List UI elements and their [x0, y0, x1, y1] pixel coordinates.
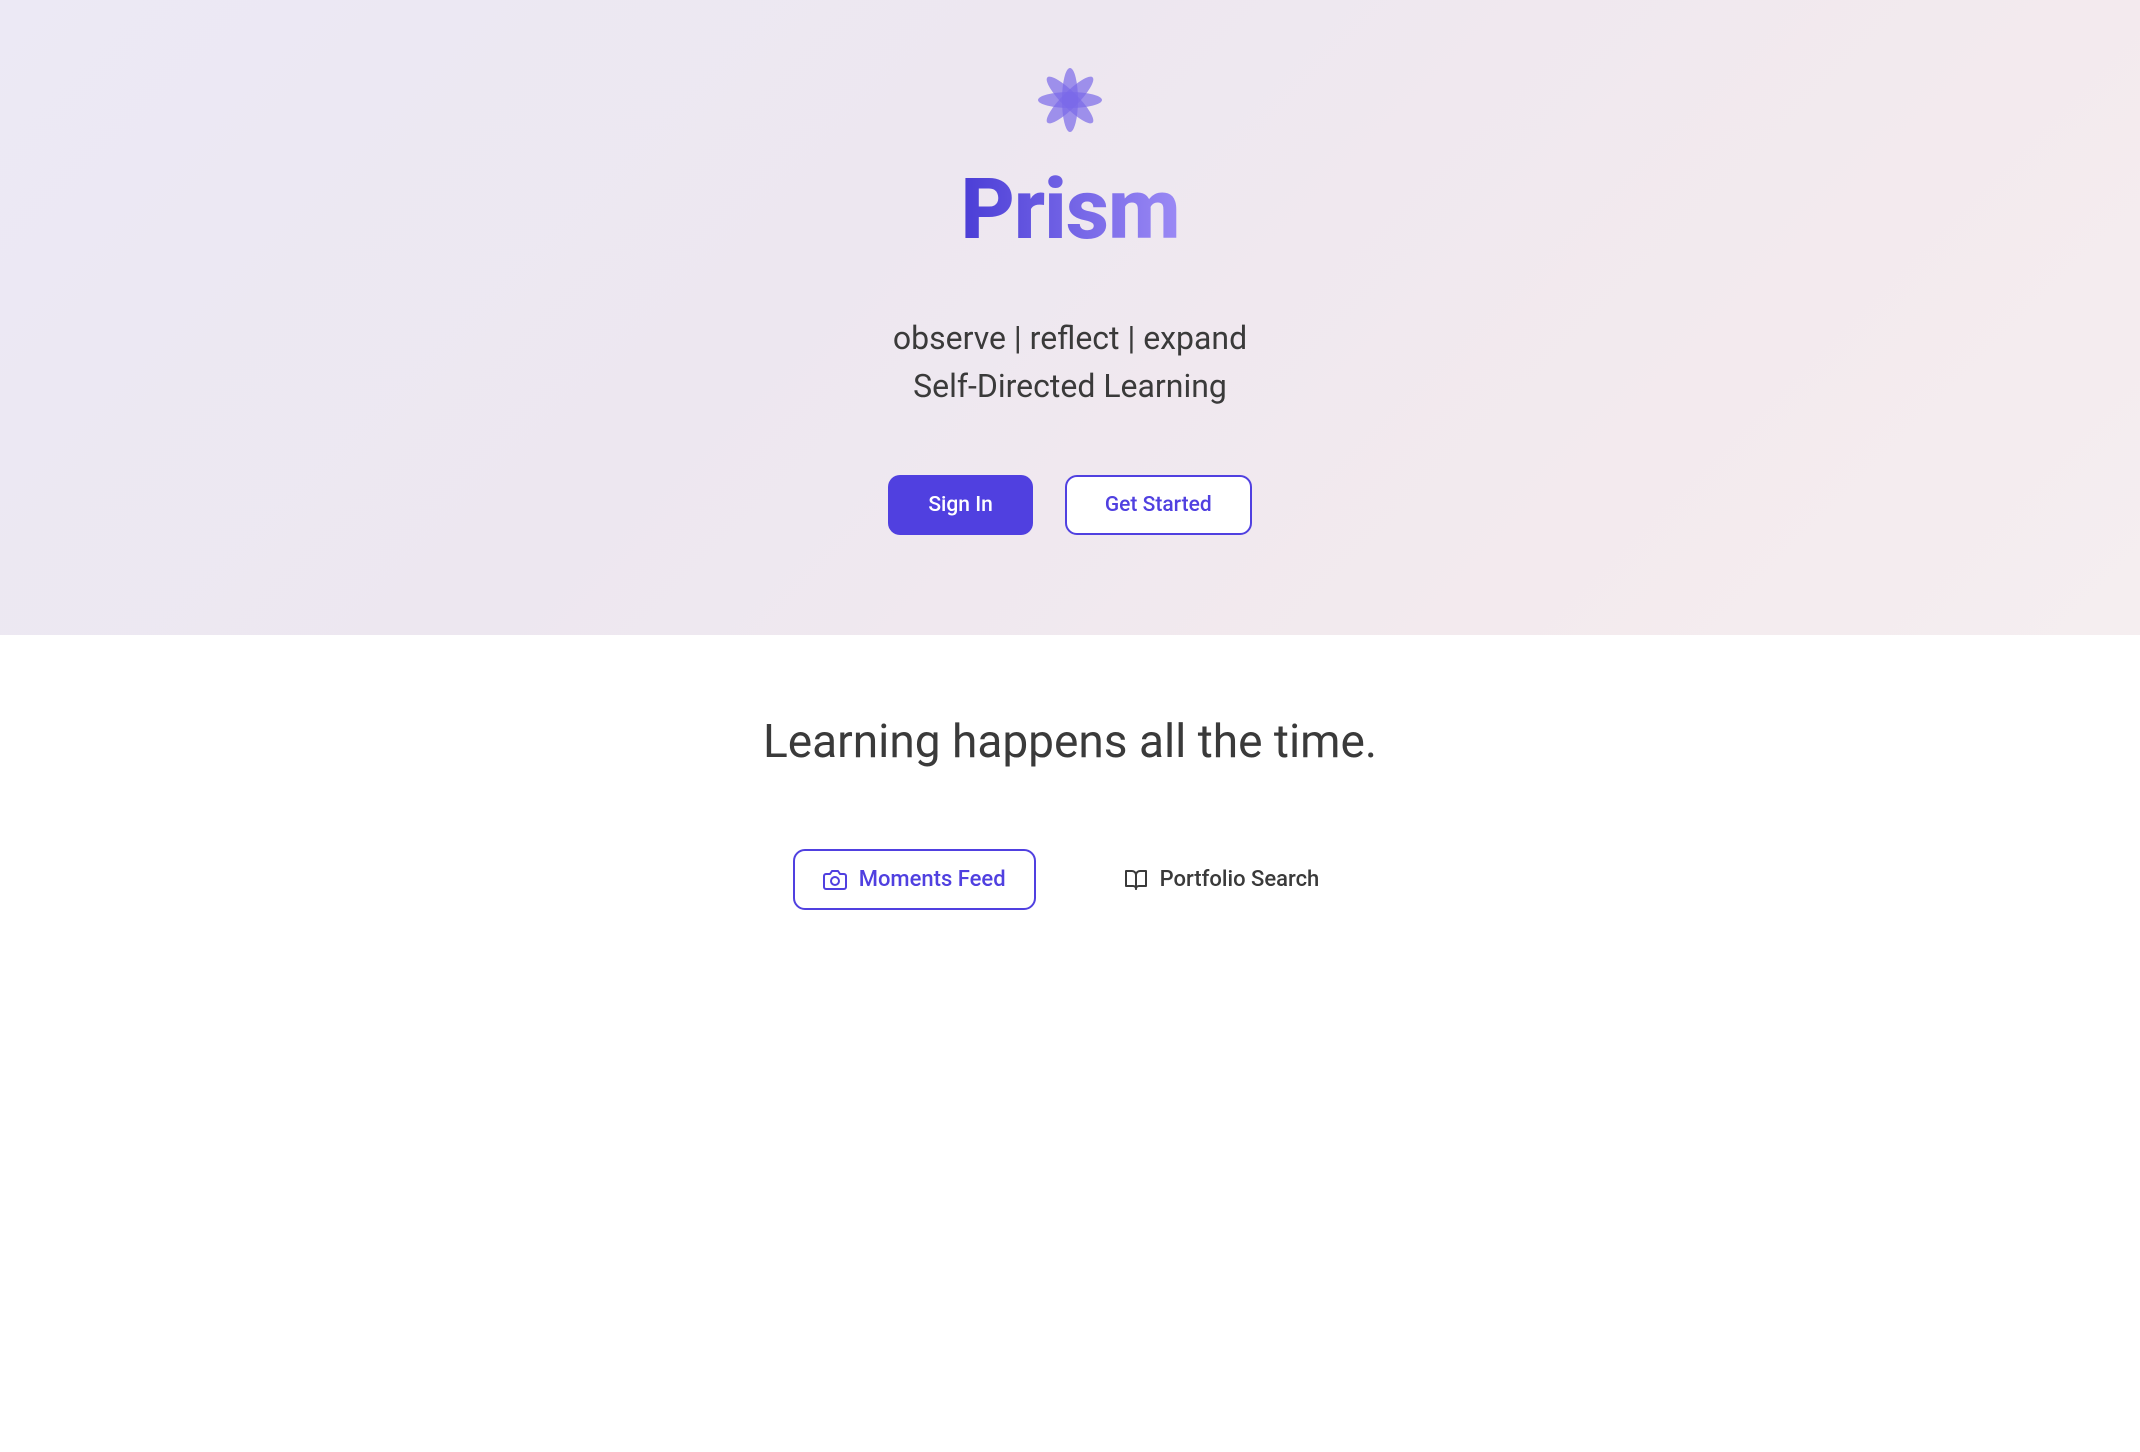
tab-row: Moments Feed Portfolio Search [793, 849, 1348, 910]
tab-label: Moments Feed [859, 867, 1006, 892]
tab-label: Portfolio Search [1160, 867, 1320, 892]
subtitle: Self-Directed Learning [913, 367, 1227, 405]
brand-title: Prism [960, 160, 1179, 259]
tab-moments-feed[interactable]: Moments Feed [793, 849, 1036, 910]
content-section: Learning happens all the time. Moments F… [0, 635, 2140, 970]
sign-in-button[interactable]: Sign In [888, 475, 1033, 535]
camera-icon [823, 868, 847, 892]
section-heading: Learning happens all the time. [763, 715, 1377, 769]
book-open-icon [1124, 868, 1148, 892]
prism-logo-icon [1030, 60, 1110, 140]
tab-portfolio-search[interactable]: Portfolio Search [1096, 851, 1348, 908]
get-started-button[interactable]: Get Started [1065, 475, 1252, 535]
tagline: observe | reflect | expand [893, 319, 1247, 357]
cta-button-row: Sign In Get Started [888, 475, 1251, 535]
hero-section: Prism observe | reflect | expand Self-Di… [0, 0, 2140, 635]
